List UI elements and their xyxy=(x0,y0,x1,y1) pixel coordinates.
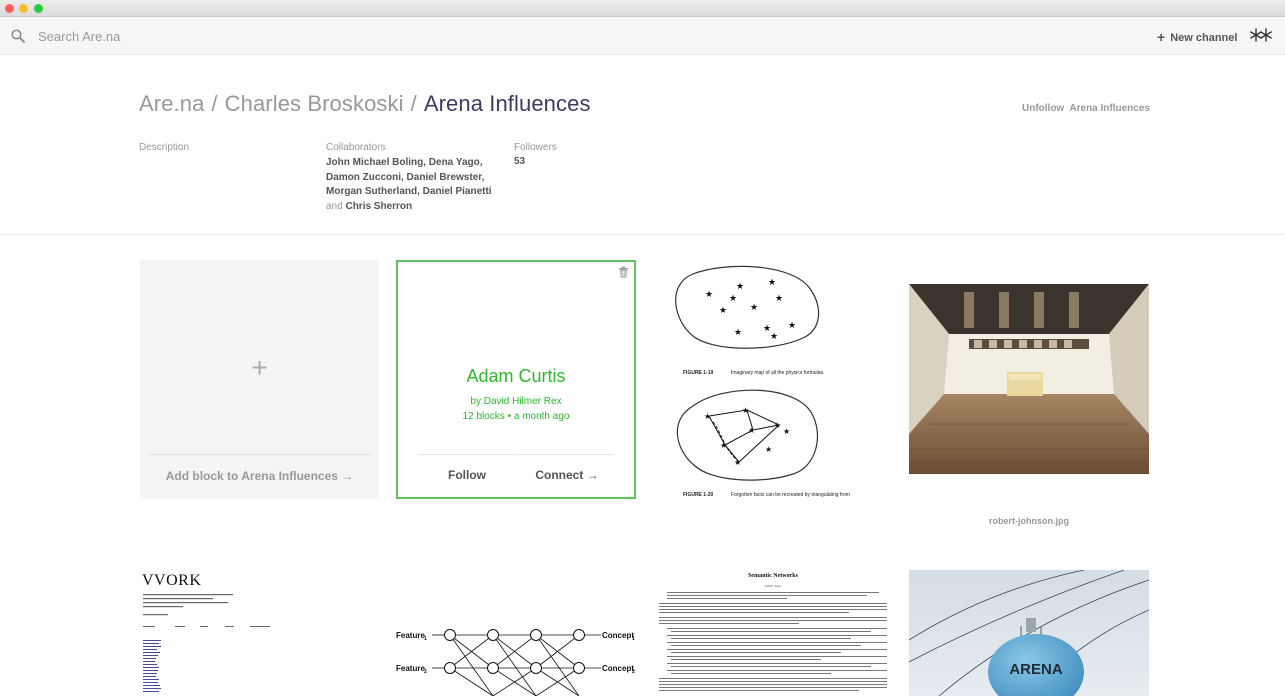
plus-icon: + xyxy=(1157,29,1166,45)
unfollow-channel-button[interactable]: Unfollow Arena Influences xyxy=(1022,103,1150,114)
collaborators-and: and xyxy=(326,200,343,212)
add-block-divider xyxy=(148,454,371,455)
card-divider-gap xyxy=(516,454,518,458)
water-tower-photo: ARENA xyxy=(909,570,1149,696)
channel-block-stats: 12 blocks • a month ago xyxy=(462,411,570,422)
nn-feature-1-label: Feature xyxy=(396,631,425,640)
photo-image-block[interactable] xyxy=(909,284,1149,474)
figure-caption-2-label: FIGURE 1-20 xyxy=(683,492,714,498)
paper-page-preview: John F. Sowa xyxy=(659,584,887,691)
neural-network-diagram: Feature 1 Feature 2 Concept 1 Concept 2 xyxy=(396,629,635,696)
paper-author: John F. Sowa xyxy=(765,584,782,588)
breadcrumb-separator: / xyxy=(410,91,417,116)
breadcrumb-user-link[interactable]: Charles Broskoski xyxy=(225,91,404,116)
add-block-plus-icon: + xyxy=(251,352,268,383)
nn-concept-1-label: Concept xyxy=(602,631,634,640)
breadcrumb-channel-title[interactable]: Arena Influences xyxy=(424,91,591,116)
svg-text:★: ★ xyxy=(705,290,713,300)
physics-map-figure: ★ ★★ ★ ★★ ★★ ★★ ★ FIGURE 1-19 Imaginary map … xyxy=(675,265,850,498)
nn-concept-2-sub: 2 xyxy=(632,669,635,675)
svg-text:★: ★ xyxy=(750,303,758,313)
nn-feature-2-label: Feature xyxy=(396,664,425,673)
svg-text:★: ★ xyxy=(742,406,749,415)
semantic-networks-paper-block[interactable]: Semantic Networks John F. Sowa xyxy=(653,570,893,696)
breadcrumb-root-link[interactable]: Are.na xyxy=(139,91,204,116)
neural-network-diagram-block[interactable]: Feature 1 Feature 2 Concept 1 Concept 2 xyxy=(396,620,636,696)
water-tower-label: ARENA xyxy=(1009,661,1063,678)
collaborators-names[interactable]: John Michael Boling, Dena Yago, Damon Zu… xyxy=(326,157,492,197)
description-label: Description xyxy=(139,142,190,153)
follow-button[interactable]: Follow xyxy=(418,468,516,482)
add-block-tile[interactable]: + Add block to Arena Influences → xyxy=(140,260,379,499)
gallery-room-photo xyxy=(909,284,1149,474)
svg-text:★: ★ xyxy=(719,306,727,316)
close-window-button[interactable] xyxy=(5,4,14,13)
svg-text:★: ★ xyxy=(734,458,741,467)
nn-concept-2-label: Concept xyxy=(602,664,634,673)
followers-count[interactable]: 53 xyxy=(514,156,525,167)
vvork-website-block[interactable]: VVORK xyxy=(140,570,380,696)
paper-title: Semantic Networks xyxy=(748,573,798,579)
svg-text:★: ★ xyxy=(704,412,711,421)
collaborators-label: Collaborators xyxy=(326,142,386,153)
svg-text:★: ★ xyxy=(783,427,790,436)
svg-text:★: ★ xyxy=(768,278,776,288)
collaborator-last[interactable]: Chris Sherron xyxy=(345,201,412,212)
window-titlebar xyxy=(0,0,1285,17)
connect-button[interactable]: Connect → xyxy=(518,468,616,482)
channel-block-title[interactable]: Adam Curtis xyxy=(398,366,634,387)
nn-feature-2-sub: 2 xyxy=(424,669,427,675)
figure-image-block[interactable]: ★ ★ ★ ★ ★ ★ ★ ★ ★ ★ ★ FIGURE 1-19 Imaginary map … xyxy=(653,260,893,500)
svg-text:★: ★ xyxy=(748,426,755,435)
arena-asterisks-icon[interactable] xyxy=(1250,28,1272,42)
figure-caption-1-label: FIGURE 1-19 xyxy=(683,370,714,376)
figure-caption-2-text: Forgotten facts can be recreated by tria… xyxy=(731,492,850,498)
svg-text:★: ★ xyxy=(734,328,742,338)
svg-text:★: ★ xyxy=(770,332,778,342)
followers-label: Followers xyxy=(514,142,557,153)
new-channel-label: New channel xyxy=(1170,32,1238,44)
new-channel-button[interactable]: + New channel xyxy=(1157,29,1237,45)
search-input[interactable] xyxy=(38,25,438,47)
nn-feature-1-sub: 1 xyxy=(424,636,427,642)
svg-text:★: ★ xyxy=(765,445,772,454)
svg-text:★: ★ xyxy=(775,294,783,304)
top-navigation-bar: + New channel xyxy=(0,17,1285,55)
channel-header: Are.na / Charles Broskoski / Arena Influence… xyxy=(0,55,1285,235)
nn-concept-1-sub: 1 xyxy=(632,636,635,642)
svg-text:★: ★ xyxy=(774,421,781,430)
minimize-window-button[interactable] xyxy=(19,4,28,13)
add-block-label[interactable]: Add block to Arena Influences → xyxy=(140,469,379,483)
figure-caption-1-text: Imaginary map of all the physics formula… xyxy=(731,370,824,376)
svg-text:★: ★ xyxy=(788,321,796,331)
channel-block-card[interactable]: Adam Curtis by David Hilmer Rex 12 block… xyxy=(396,260,636,499)
maximize-window-button[interactable] xyxy=(34,4,43,13)
photo-filename-caption[interactable]: robert-johnson.jpg xyxy=(909,516,1149,526)
channel-block-author[interactable]: by David Hilmer Rex xyxy=(398,396,634,407)
svg-text:★: ★ xyxy=(736,282,744,292)
search-icon[interactable] xyxy=(11,29,25,43)
water-tower-photo-block[interactable]: ARENA xyxy=(909,570,1149,696)
breadcrumb: Are.na / Charles Broskoski / Arena Influence… xyxy=(139,91,591,117)
trash-icon[interactable] xyxy=(618,266,629,278)
breadcrumb-separator: / xyxy=(211,91,218,116)
svg-text:★: ★ xyxy=(720,441,727,450)
svg-text:★: ★ xyxy=(729,294,737,304)
collaborators-list: John Michael Boling, Dena Yago, Damon Zu… xyxy=(326,156,506,214)
vvork-title: VVORK xyxy=(142,572,202,589)
